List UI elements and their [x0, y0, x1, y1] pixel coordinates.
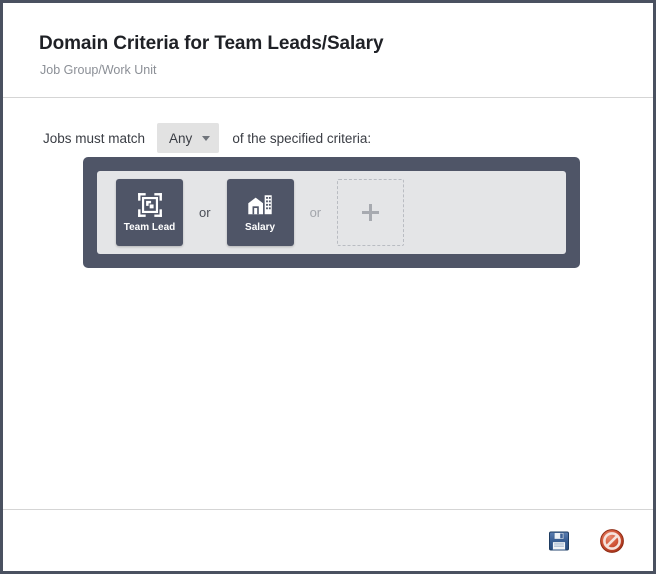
page-subtitle: Job Group/Work Unit — [40, 63, 157, 77]
team-lead-icon — [137, 193, 162, 217]
building-icon — [248, 195, 272, 215]
plus-icon — [362, 204, 380, 221]
match-suffix-label: of the specified criteria: — [232, 130, 372, 146]
cancel-button[interactable] — [595, 524, 629, 558]
dialog-footer — [3, 510, 653, 571]
criteria-panel: Team Lead or Salary or — [83, 157, 580, 268]
criteria-list: Team Lead or Salary or — [97, 171, 566, 254]
criteria-tile-label: Team Lead — [123, 222, 176, 233]
floppy-disk-save-icon — [549, 531, 569, 550]
header-divider — [3, 97, 653, 98]
criteria-separator-or-2: or — [309, 205, 322, 220]
domain-criteria-dialog: Domain Criteria for Team Leads/Salary Jo… — [0, 0, 656, 574]
add-criteria-tile[interactable] — [337, 179, 405, 246]
dialog-header: Domain Criteria for Team Leads/Salary Jo… — [3, 3, 653, 97]
page-title: Domain Criteria for Team Leads/Salary — [39, 33, 384, 54]
match-prefix-label: Jobs must match — [43, 130, 146, 146]
match-type-select-value: Any — [169, 130, 193, 146]
chevron-down-icon — [202, 135, 211, 141]
prohibited-cancel-icon — [600, 528, 624, 553]
criteria-tile-salary[interactable]: Salary — [226, 179, 294, 246]
match-type-select[interactable]: Any — [157, 123, 220, 153]
criteria-separator-or-1: or — [199, 205, 211, 220]
match-criteria-row: Jobs must match Any of the specified cri… — [43, 123, 371, 153]
save-button[interactable] — [542, 524, 576, 558]
criteria-tile-team-lead[interactable]: Team Lead — [116, 179, 183, 246]
criteria-tile-label: Salary — [245, 222, 276, 233]
